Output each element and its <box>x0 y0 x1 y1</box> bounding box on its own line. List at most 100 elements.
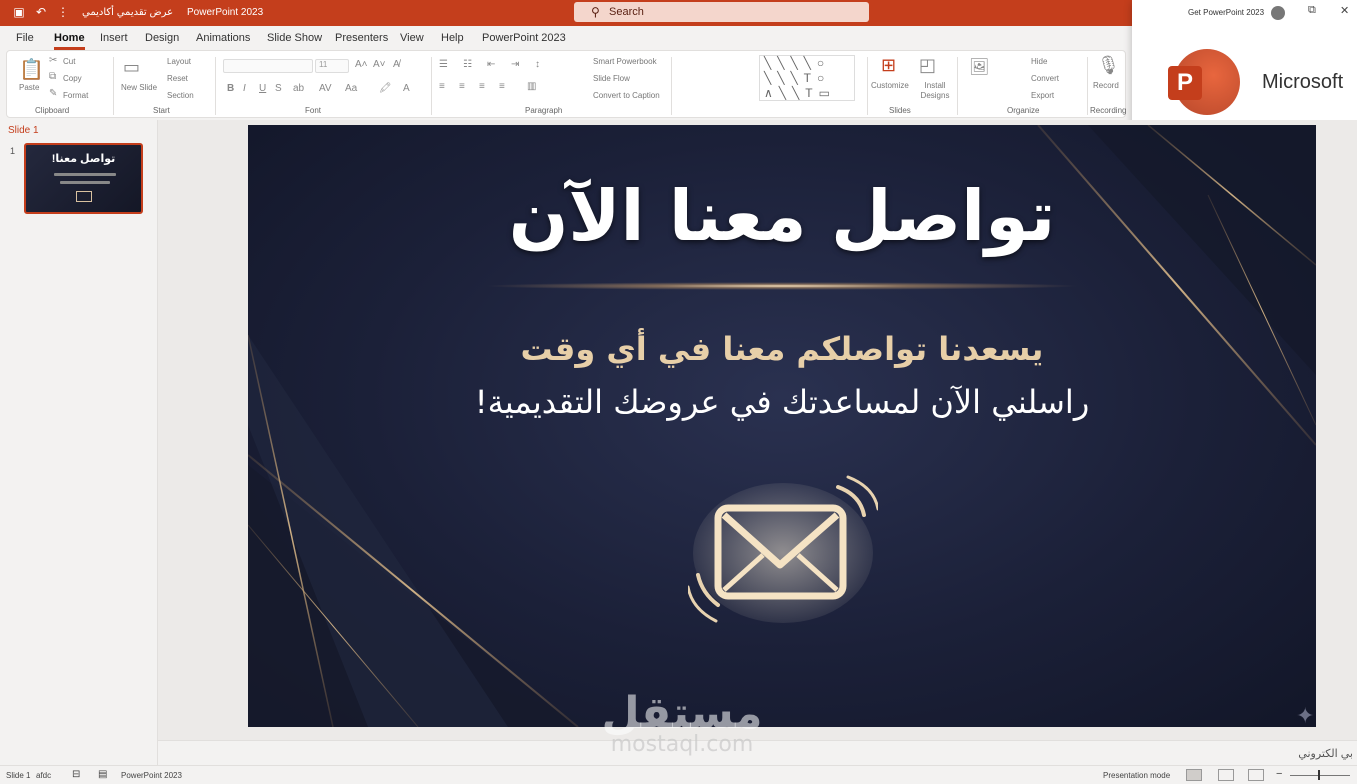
ribbon-divider <box>671 57 672 115</box>
status-bar: Slide 1 afdc ⊟ ▤ PowerPoint 2023 Present… <box>0 765 1357 784</box>
zoom-slider[interactable] <box>1290 775 1350 776</box>
cut-icon: ✂ <box>49 55 58 66</box>
slide-body-text: راسلني الآن لمساعدتك في عروضك التقديمية! <box>474 383 1090 421</box>
shrink-font-icon[interactable]: A˅ <box>373 59 386 70</box>
thumbnail-envelope-icon <box>76 191 92 202</box>
search-input[interactable]: ⚲ Search <box>574 2 869 22</box>
highlight-icon[interactable]: 🖍 <box>379 83 392 94</box>
tab-file[interactable]: File <box>16 32 34 44</box>
undo-icon[interactable]: ↶ <box>34 5 48 19</box>
slide-title: تواصل معنا الآن <box>508 175 1056 257</box>
status-slide-count: Slide 1 <box>6 771 31 780</box>
slide-thumbnail[interactable]: !تواصل معنا <box>24 143 143 214</box>
numbering-icon[interactable]: ☷ <box>463 59 472 70</box>
picture-icon[interactable]: 🖼 <box>969 57 989 77</box>
underline-icon[interactable]: U <box>259 83 266 94</box>
restore-icon[interactable]: ⧉ <box>1308 4 1316 17</box>
record-button[interactable]: Record <box>1093 81 1119 90</box>
char-spacing-icon[interactable]: AV <box>319 83 332 94</box>
align-left-icon[interactable]: ≡ <box>439 81 445 92</box>
reading-view-icon[interactable] <box>1248 769 1264 781</box>
italic-icon[interactable]: I <box>243 83 246 94</box>
notification-header: Get PowerPoint 2023 <box>1188 8 1265 17</box>
reset-button[interactable]: Reset <box>167 74 188 83</box>
paste-icon[interactable]: 📋 <box>19 57 44 82</box>
slide[interactable]: ✦ تواصل معنا الآن يسعدنا تواصلكم معنا في… <box>248 125 1316 727</box>
strikethrough-icon[interactable]: ab <box>293 83 304 94</box>
quick-access-more-icon[interactable]: ⋮ <box>56 5 70 19</box>
font-size-value: 11 <box>319 60 328 69</box>
format-painter-button[interactable]: Format <box>63 91 88 100</box>
zoom-out-icon[interactable]: − <box>1276 768 1282 780</box>
microphone-icon[interactable]: 🎙 <box>1097 55 1120 76</box>
designer-button[interactable]: Install Designs <box>917 81 953 101</box>
tab-animations[interactable]: Animations <box>196 32 250 44</box>
section-label: Slide 1 <box>8 125 39 136</box>
tab-home[interactable]: Home <box>54 32 85 50</box>
accessibility-icon[interactable]: ⊟ <box>72 769 80 780</box>
copy-button[interactable]: Copy <box>63 74 82 83</box>
bullets-icon[interactable]: ☰ <box>439 59 448 70</box>
cut-button[interactable]: Cut <box>63 57 75 66</box>
shapes-gallery[interactable]: ╲╲╲╲○ ╲╲╲T○ ∧╲╲T▭ <box>759 55 855 101</box>
notes-text: بي الكتروني <box>1298 748 1353 760</box>
text-direction-button[interactable]: Slide Flow <box>593 74 630 83</box>
hide-button[interactable]: Hide <box>1031 57 1047 66</box>
group-label-designer: Slides <box>889 106 911 115</box>
ribbon-divider <box>113 57 114 115</box>
zoom-slider-thumb[interactable] <box>1318 770 1320 780</box>
align-right-icon[interactable]: ≡ <box>479 81 485 92</box>
customize-button[interactable]: Customize <box>871 81 909 90</box>
normal-view-icon[interactable] <box>1186 769 1202 781</box>
group-label-editing: Organize <box>1007 106 1040 115</box>
decrease-indent-icon[interactable]: ⇤ <box>487 59 495 70</box>
tab-powerpoint[interactable]: PowerPoint 2023 <box>482 32 566 44</box>
paste-button[interactable]: Paste <box>19 83 39 92</box>
watermark: مستقل mostaql.com <box>597 690 767 756</box>
tab-design[interactable]: Design <box>145 32 179 44</box>
export-button[interactable]: Export <box>1031 91 1054 100</box>
smart-button[interactable]: Smart Powerbook <box>593 57 657 66</box>
new-slide-button[interactable]: New Slide <box>121 83 157 92</box>
align-center-icon[interactable]: ≡ <box>459 81 465 92</box>
grow-font-icon[interactable]: A˄ <box>355 59 368 70</box>
tab-insert[interactable]: Insert <box>100 32 128 44</box>
brand-name: Microsoft <box>1262 71 1344 93</box>
shadow-icon[interactable]: S <box>275 83 282 94</box>
customize-icon[interactable]: ⊞ <box>881 55 896 76</box>
search-placeholder: Search <box>609 6 644 18</box>
tab-slide-show[interactable]: Slide Show <box>267 32 322 44</box>
tab-help[interactable]: Help <box>441 32 464 44</box>
clear-format-icon[interactable]: A̸ <box>393 59 400 70</box>
convert-smartart-button[interactable]: Convert to Caption <box>593 91 660 100</box>
section-button[interactable]: Section <box>167 91 194 100</box>
slide-number: 1 <box>10 146 16 156</box>
line-spacing-icon[interactable]: ↕ <box>535 59 540 70</box>
change-case-icon[interactable]: Aa <box>345 83 357 94</box>
slide-sorter-icon[interactable] <box>1218 769 1234 781</box>
font-size-select[interactable]: 11 <box>315 59 349 73</box>
columns-icon[interactable]: ▥ <box>527 81 536 92</box>
status-language[interactable]: afdc <box>36 771 51 780</box>
watermark-arabic: مستقل <box>601 688 763 739</box>
justify-icon[interactable]: ≡ <box>499 81 505 92</box>
ribbon-divider <box>431 57 432 115</box>
account-avatar[interactable] <box>1271 6 1285 20</box>
new-slide-icon[interactable]: ▭ <box>123 57 140 78</box>
close-icon[interactable]: ✕ <box>1340 4 1349 17</box>
thumbnail-line <box>54 173 116 176</box>
group-label-paragraph: Paragraph <box>525 106 563 115</box>
bold-icon[interactable]: B <box>227 83 234 94</box>
font-family-select[interactable] <box>223 59 313 73</box>
tab-presenters[interactable]: Presenters <box>335 32 388 44</box>
save-icon[interactable]: ▣ <box>12 5 26 19</box>
layout-button[interactable]: Layout <box>167 57 191 66</box>
display-settings-icon[interactable]: ▤ <box>98 769 107 780</box>
designer-icon[interactable]: ◰ <box>919 55 936 76</box>
font-color-icon[interactable]: A <box>403 83 410 94</box>
tab-view[interactable]: View <box>400 32 424 44</box>
format-painter-icon: ✎ <box>49 88 58 99</box>
increase-indent-icon[interactable]: ⇥ <box>511 59 519 70</box>
convert-button[interactable]: Convert <box>1031 74 1059 83</box>
app-title: PowerPoint 2023 <box>187 7 264 18</box>
